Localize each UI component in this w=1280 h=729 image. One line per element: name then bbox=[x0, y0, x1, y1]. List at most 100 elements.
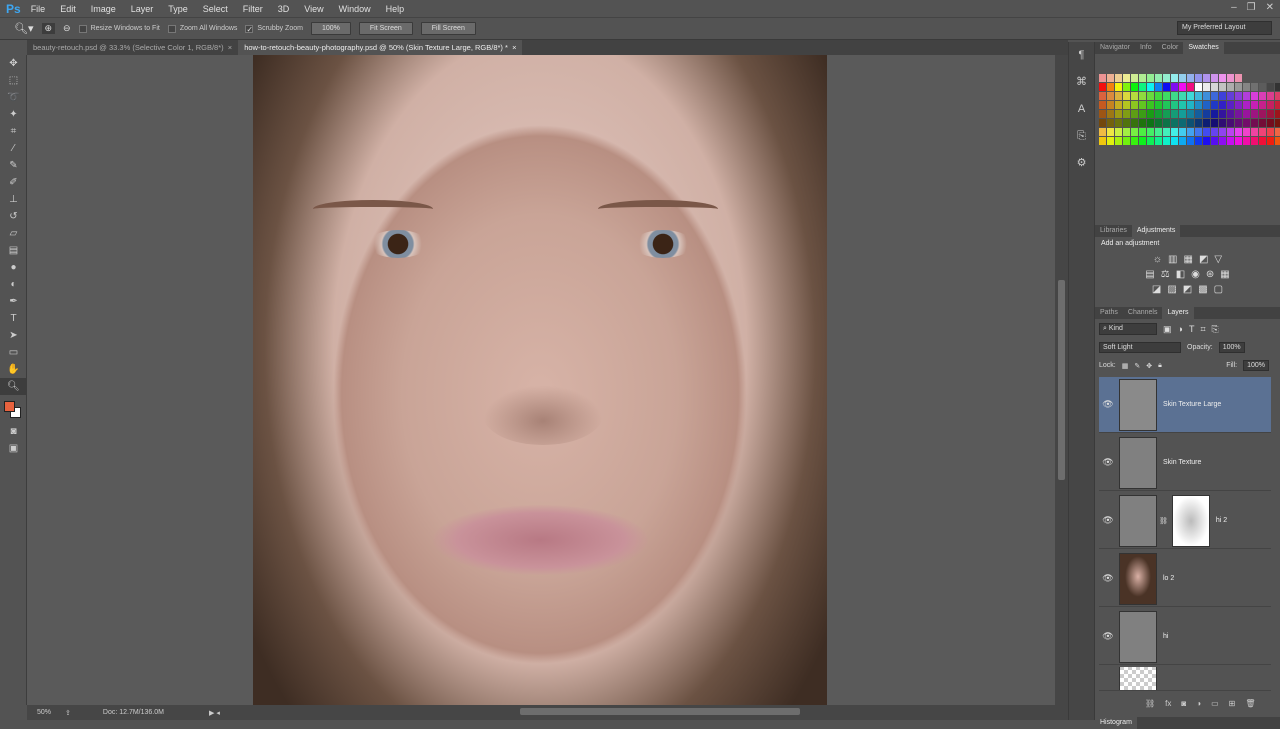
swatch[interactable] bbox=[1267, 83, 1274, 91]
swatch[interactable] bbox=[1227, 137, 1234, 145]
lock-position-icon[interactable]: ✥ bbox=[1146, 362, 1152, 370]
restore-icon[interactable]: ❐ bbox=[1247, 2, 1256, 13]
swatch[interactable] bbox=[1219, 128, 1226, 136]
swatch[interactable] bbox=[1195, 110, 1202, 118]
swatch[interactable] bbox=[1171, 92, 1178, 100]
swatch[interactable] bbox=[1155, 110, 1162, 118]
menu-view[interactable]: View bbox=[304, 4, 323, 14]
filter-image-icon[interactable]: ▣ bbox=[1163, 324, 1172, 335]
swatch[interactable] bbox=[1163, 137, 1170, 145]
swatch[interactable] bbox=[1099, 137, 1106, 145]
menu-help[interactable]: Help bbox=[386, 4, 405, 14]
swatch[interactable] bbox=[1195, 128, 1202, 136]
swatch[interactable] bbox=[1179, 137, 1186, 145]
swatch[interactable] bbox=[1235, 137, 1242, 145]
swatch[interactable] bbox=[1227, 74, 1234, 82]
swatch[interactable] bbox=[1203, 137, 1210, 145]
color-swatches[interactable] bbox=[0, 395, 26, 423]
swatch[interactable] bbox=[1123, 83, 1130, 91]
filter-smart-icon[interactable]: ⎘ bbox=[1212, 324, 1219, 335]
swatch[interactable] bbox=[1235, 119, 1242, 127]
path-selection-tool-icon[interactable]: ➤ bbox=[0, 327, 27, 344]
move-tool-icon[interactable]: ✥ bbox=[0, 55, 27, 72]
swatch[interactable] bbox=[1179, 74, 1186, 82]
tab-libraries[interactable]: Libraries bbox=[1095, 225, 1132, 237]
swatch[interactable] bbox=[1251, 74, 1258, 82]
swatch[interactable] bbox=[1227, 128, 1234, 136]
filter-shape-icon[interactable]: ⌗ bbox=[1200, 324, 1205, 335]
swatch[interactable] bbox=[1219, 74, 1226, 82]
swatch[interactable] bbox=[1259, 83, 1266, 91]
swatch[interactable] bbox=[1187, 110, 1194, 118]
swatch[interactable] bbox=[1123, 110, 1130, 118]
swatch[interactable] bbox=[1099, 110, 1106, 118]
swatch[interactable] bbox=[1203, 101, 1210, 109]
swatch[interactable] bbox=[1187, 74, 1194, 82]
swatch[interactable] bbox=[1115, 128, 1122, 136]
swatch[interactable] bbox=[1259, 137, 1266, 145]
swatch[interactable] bbox=[1155, 119, 1162, 127]
swatch[interactable] bbox=[1267, 137, 1274, 145]
fit-screen-button[interactable]: Fit Screen bbox=[358, 22, 413, 35]
tab-how-to-retouch[interactable]: how-to-retouch-beauty-photography.psd @ … bbox=[238, 40, 523, 55]
quick-mask-icon[interactable]: ◙ bbox=[0, 423, 27, 440]
swatch[interactable] bbox=[1115, 110, 1122, 118]
add-mask-icon[interactable]: ◙ bbox=[1181, 699, 1186, 708]
swatch[interactable] bbox=[1155, 137, 1162, 145]
swatch-grid[interactable] bbox=[1099, 74, 1280, 145]
swatch[interactable] bbox=[1115, 101, 1122, 109]
horizontal-scrollbar[interactable] bbox=[520, 708, 800, 715]
swatch[interactable] bbox=[1187, 92, 1194, 100]
swatch[interactable] bbox=[1259, 74, 1266, 82]
marquee-tool-icon[interactable]: ⬚ bbox=[0, 72, 27, 89]
swatch[interactable] bbox=[1243, 74, 1250, 82]
swatch[interactable] bbox=[1251, 119, 1258, 127]
swatch[interactable] bbox=[1187, 119, 1194, 127]
swatch[interactable] bbox=[1123, 137, 1130, 145]
clone-stamp-tool-icon[interactable]: ⊥ bbox=[0, 191, 27, 208]
swatch[interactable] bbox=[1179, 92, 1186, 100]
swatch[interactable] bbox=[1275, 137, 1280, 145]
gradient-tool-icon[interactable]: ▤ bbox=[0, 242, 27, 259]
swatch[interactable] bbox=[1163, 110, 1170, 118]
history-brush-tool-icon[interactable]: ↺ bbox=[0, 208, 27, 225]
swatch[interactable] bbox=[1155, 92, 1162, 100]
swatch[interactable] bbox=[1227, 92, 1234, 100]
swatch[interactable] bbox=[1203, 92, 1210, 100]
swatch[interactable] bbox=[1107, 137, 1114, 145]
swatch[interactable] bbox=[1235, 92, 1242, 100]
layer-mask-thumbnail[interactable] bbox=[1171, 494, 1210, 547]
swatch[interactable] bbox=[1187, 83, 1194, 91]
selective-color-icon[interactable]: ▢ bbox=[1214, 284, 1223, 295]
swatch[interactable] bbox=[1187, 137, 1194, 145]
swatch[interactable] bbox=[1211, 101, 1218, 109]
swatch[interactable] bbox=[1099, 92, 1106, 100]
swatch[interactable] bbox=[1179, 110, 1186, 118]
document-canvas[interactable] bbox=[27, 55, 1055, 705]
swatch[interactable] bbox=[1163, 119, 1170, 127]
swatch[interactable] bbox=[1107, 128, 1114, 136]
swatch[interactable] bbox=[1267, 128, 1274, 136]
swatch[interactable] bbox=[1123, 119, 1130, 127]
exposure-icon[interactable]: ◩ bbox=[1199, 254, 1208, 265]
delete-layer-icon[interactable]: 🗑︎ bbox=[1245, 699, 1255, 708]
swatch[interactable] bbox=[1195, 74, 1202, 82]
swatch[interactable] bbox=[1251, 128, 1258, 136]
swatch[interactable] bbox=[1275, 110, 1280, 118]
layer-row[interactable]: 👁︎ Skin Texture Large bbox=[1099, 377, 1271, 433]
swatch[interactable] bbox=[1139, 137, 1146, 145]
menu-image[interactable]: Image bbox=[91, 4, 116, 14]
tab-channels[interactable]: Channels bbox=[1123, 307, 1163, 319]
swatch[interactable] bbox=[1219, 110, 1226, 118]
menu-window[interactable]: Window bbox=[339, 4, 371, 14]
swatch[interactable] bbox=[1139, 92, 1146, 100]
color-balance-icon[interactable]: ⚖ bbox=[1161, 269, 1170, 280]
zoom-tool-icon[interactable]: 🔍︎ bbox=[0, 378, 27, 395]
swatch[interactable] bbox=[1259, 92, 1266, 100]
swatch[interactable] bbox=[1131, 101, 1138, 109]
fill-screen-button[interactable]: Fill Screen bbox=[420, 22, 476, 35]
filter-adjustment-icon[interactable]: ◑ bbox=[1178, 324, 1183, 334]
menu-layer[interactable]: Layer bbox=[131, 4, 154, 14]
eraser-tool-icon[interactable]: ▱ bbox=[0, 225, 27, 242]
swatch[interactable] bbox=[1139, 74, 1146, 82]
